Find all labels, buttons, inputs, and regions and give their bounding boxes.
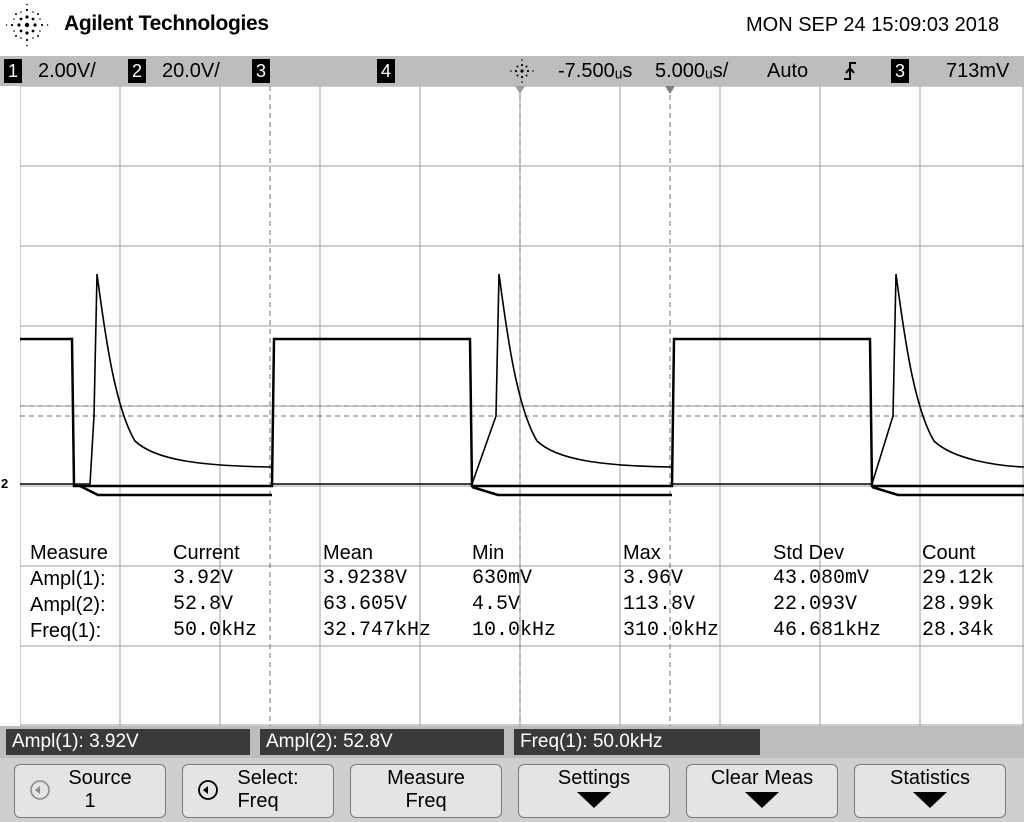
- cell-std-dev: 46.681kHz: [773, 619, 882, 642]
- channel-2-ground-marker: 2: [1, 476, 9, 491]
- measure-label: Measure: [387, 767, 465, 789]
- brand-name: Agilent Technologies: [64, 12, 269, 35]
- cell-mean: 63.605V: [323, 593, 408, 616]
- row-label: Ampl(1):: [30, 568, 106, 590]
- cell-mean: 32.747kHz: [323, 619, 432, 642]
- rising-edge-icon: [844, 62, 856, 80]
- header-min: Min: [472, 542, 505, 564]
- channel-4-badge[interactable]: 4: [377, 59, 395, 83]
- source-softkey[interactable]: Source 1: [14, 764, 166, 818]
- timebase-icon: [510, 59, 534, 83]
- channel-2-badge[interactable]: 2: [128, 59, 146, 83]
- agilent-logo-icon: [5, 3, 49, 47]
- trigger-level: 713mV: [946, 60, 1010, 82]
- header-count: Count: [922, 542, 976, 564]
- cell-count: 28.99k: [922, 593, 995, 616]
- clear-meas-label: Clear Meas: [710, 767, 814, 789]
- channel-1-badge[interactable]: 1: [4, 59, 22, 83]
- datetime: MON SEP 24 15:09:03 2018: [746, 14, 1000, 36]
- channel-1-trace: [20, 337, 1024, 488]
- cell-max: 3.96V: [623, 567, 684, 590]
- trigger-position-marker: [515, 86, 525, 94]
- entry-knob-icon: [30, 780, 50, 800]
- channel-2-trace: [20, 273, 1024, 485]
- readout-ampl-2: Ampl(2): 52.8V: [260, 729, 504, 755]
- settings-label: Settings: [557, 767, 631, 789]
- header-mean: Mean: [323, 542, 374, 564]
- trigger-mode: Auto: [767, 60, 809, 82]
- cell-max: 310.0kHz: [623, 619, 720, 642]
- header-max: Max: [623, 542, 661, 564]
- header-current: Current: [173, 542, 240, 564]
- cell-std-dev: 22.093V: [773, 593, 858, 616]
- header-measure: Measure: [30, 542, 108, 564]
- statistics-softkey[interactable]: Statistics: [854, 764, 1006, 818]
- settings-softkey[interactable]: Settings: [518, 764, 670, 818]
- submenu-arrow-icon: [913, 792, 947, 808]
- channel-2-scale: 20.0V/: [162, 60, 220, 82]
- select-softkey[interactable]: Select: Freq: [182, 764, 334, 818]
- delay-marker: [665, 86, 675, 94]
- cell-min: 4.5V: [472, 593, 521, 616]
- submenu-arrow-icon: [577, 792, 611, 808]
- header-std-dev: Std Dev: [773, 542, 845, 564]
- clear-meas-softkey[interactable]: Clear Meas: [686, 764, 838, 818]
- cell-current: 3.92V: [173, 567, 234, 590]
- time-scale: 5.000ᵤs/: [655, 60, 729, 82]
- measure-freq-softkey[interactable]: Measure Freq: [350, 764, 502, 818]
- trigger-source-badge: 3: [891, 59, 909, 83]
- readout-freq-1: Freq(1): 50.0kHz: [514, 729, 760, 755]
- row-label: Ampl(2):: [30, 594, 106, 616]
- channel-3-badge[interactable]: 3: [252, 59, 270, 83]
- measure-value: Freq: [405, 790, 447, 812]
- statistics-label: Statistics: [889, 767, 971, 789]
- cell-max: 113.8V: [623, 593, 696, 616]
- cell-min: 10.0kHz: [472, 619, 557, 642]
- cell-std-dev: 43.080mV: [773, 567, 870, 590]
- row-label: Freq(1):: [30, 620, 102, 642]
- submenu-arrow-icon: [745, 792, 779, 808]
- cell-mean: 3.9238V: [323, 567, 408, 590]
- cell-min: 630mV: [472, 567, 533, 590]
- cell-count: 29.12k: [922, 567, 995, 590]
- cell-current: 52.8V: [173, 593, 234, 616]
- readout-ampl-1: Ampl(1): 3.92V: [6, 729, 250, 755]
- channel-1-scale: 2.00V/: [38, 60, 96, 82]
- entry-knob-icon: [198, 780, 218, 800]
- cell-current: 50.0kHz: [173, 619, 258, 642]
- time-delay: -7.500ᵤs: [558, 60, 633, 82]
- cell-count: 28.34k: [922, 619, 995, 642]
